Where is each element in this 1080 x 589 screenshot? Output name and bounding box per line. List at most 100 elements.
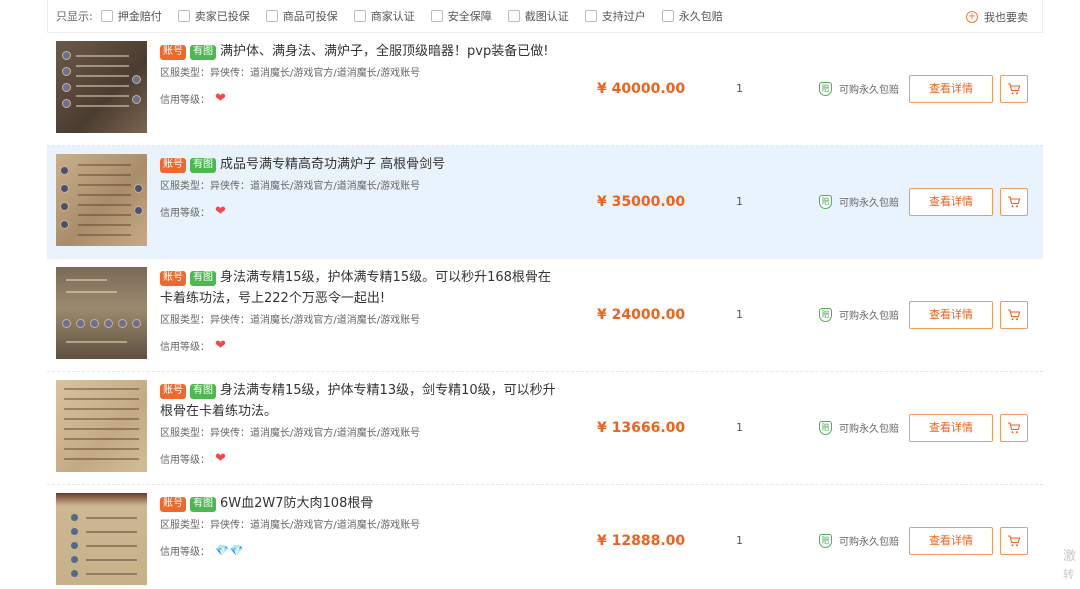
shield-icon: 赔 xyxy=(819,81,832,96)
credit-level: 信用等级： ❤ xyxy=(160,204,226,219)
diamond-icon: 💎💎 xyxy=(215,544,245,557)
cart-icon xyxy=(1008,422,1021,434)
plus-circle-icon: + xyxy=(966,11,978,23)
view-details-button[interactable]: 查看详情 xyxy=(909,75,993,103)
credit-level: 信用等级： 💎💎 xyxy=(160,544,245,558)
has-image-tag: 有图 xyxy=(190,45,216,60)
listing-thumbnail[interactable] xyxy=(56,154,147,246)
checkbox[interactable] xyxy=(661,10,674,22)
listing-row: 账号 有图 满护体、满身法、满炉子，全服顶级暗器！pvp装备已做! 区服类型：异侠传… xyxy=(47,33,1043,146)
filter-screenshot-verified[interactable]: 截图认证 xyxy=(507,8,569,24)
account-tag: 账号 xyxy=(160,158,186,173)
has-image-tag: 有图 xyxy=(190,158,216,173)
listing-thumbnail[interactable] xyxy=(56,267,147,359)
listing-price: ¥ 35000.00 xyxy=(597,194,686,210)
filter-seller-insured[interactable]: 卖家已投保 xyxy=(177,8,250,24)
view-details-button[interactable]: 查看详情 xyxy=(909,414,993,442)
filter-deposit-compensation[interactable]: 押金赔付 xyxy=(100,8,162,24)
shield-icon: 赔 xyxy=(819,533,832,548)
filter-transfer-support[interactable]: 支持过户 xyxy=(584,8,646,24)
server-type: 区服类型：异侠传：道消魔长/游戏官方/道消魔长/游戏账号 xyxy=(160,520,421,531)
listing-title-text[interactable]: 6W血2W7防大肉108根骨 xyxy=(220,496,373,511)
listing-title[interactable]: 账号 有图 身法满专精15级，护体满专精15级。可以秒升168根骨在卡着练功法，号上… xyxy=(160,267,560,309)
listing-price: ¥ 24000.00 xyxy=(597,307,686,323)
credit-level: 信用等级： ❤ xyxy=(160,451,226,466)
watermark: 激 转 xyxy=(1063,549,1077,581)
guarantee-badge: 赔可购永久包赔 xyxy=(819,194,899,209)
want-sell-link[interactable]: + 我也要卖 xyxy=(966,9,1028,25)
listing-quantity: 1 xyxy=(736,82,743,95)
listing-price: ¥ 13666.00 xyxy=(597,420,686,436)
listing-thumbnail[interactable] xyxy=(56,493,147,585)
listing-price: ¥ 12888.00 xyxy=(597,533,686,549)
add-to-cart-button[interactable] xyxy=(1000,75,1028,103)
has-image-tag: 有图 xyxy=(190,497,216,512)
listing-row: 账号 有图 成品号满专精高奇功满炉子 高根骨剑号 区服类型：异侠传：道消魔长/游戏官… xyxy=(47,146,1043,259)
listing-thumbnail[interactable] xyxy=(56,41,147,133)
heart-icon: ❤ xyxy=(215,204,226,219)
server-type: 区服类型：异侠传：道消魔长/游戏官方/道消魔长/游戏账号 xyxy=(160,315,421,326)
listing-row: 账号 有图 身法满专精15级，护体专精13级，剑专精10级，可以秒升根骨在卡着练功法… xyxy=(47,372,1043,485)
add-to-cart-button[interactable] xyxy=(1000,188,1028,216)
listing-info: 账号 有图 身法满专精15级，护体专精13级，剑专精10级，可以秒升根骨在卡着练功法… xyxy=(160,380,560,466)
listing-title[interactable]: 账号 有图 满护体、满身法、满炉子，全服顶级暗器！pvp装备已做! xyxy=(160,41,560,62)
checkbox[interactable] xyxy=(584,10,597,22)
shield-icon: 赔 xyxy=(819,194,832,209)
account-tag: 账号 xyxy=(160,497,186,512)
listing-title[interactable]: 账号 有图 成品号满专精高奇功满炉子 高根骨剑号 xyxy=(160,154,560,175)
heart-icon: ❤ xyxy=(215,338,226,353)
credit-level: 信用等级： ❤ xyxy=(160,91,226,106)
server-type: 区服类型：异侠传：道消魔长/游戏官方/道消魔长/游戏账号 xyxy=(160,428,421,439)
has-image-tag: 有图 xyxy=(190,384,216,399)
listing-thumbnail[interactable] xyxy=(56,380,147,472)
listing-info: 账号 有图 身法满专精15级，护体满专精15级。可以秒升168根骨在卡着练功法，号上… xyxy=(160,267,560,353)
checkbox[interactable] xyxy=(100,10,113,22)
guarantee-badge: 赔可购永久包赔 xyxy=(819,420,899,435)
checkbox[interactable] xyxy=(265,10,278,22)
heart-icon: ❤ xyxy=(215,451,226,466)
cart-icon xyxy=(1008,83,1021,95)
filter-safety-guarantee[interactable]: 安全保障 xyxy=(430,8,492,24)
guarantee-badge: 赔可购永久包赔 xyxy=(819,533,899,548)
heart-icon: ❤ xyxy=(215,91,226,106)
listing-price: ¥ 40000.00 xyxy=(597,81,686,97)
add-to-cart-button[interactable] xyxy=(1000,414,1028,442)
cart-icon xyxy=(1008,309,1021,321)
listing-title-text[interactable]: 满护体、满身法、满炉子，全服顶级暗器！pvp装备已做! xyxy=(220,44,548,59)
credit-level: 信用等级： ❤ xyxy=(160,338,226,353)
listing-title-text[interactable]: 身法满专精15级，护体满专精15级。可以秒升168根骨在卡着练功法，号上222个… xyxy=(160,270,551,306)
filter-item-insurable[interactable]: 商品可投保 xyxy=(265,8,338,24)
guarantee-badge: 赔可购永久包赔 xyxy=(819,307,899,322)
listing-row: 账号 有图 身法满专精15级，护体满专精15级。可以秒升168根骨在卡着练功法，号上… xyxy=(47,259,1043,372)
listing-title-text[interactable]: 成品号满专精高奇功满炉子 高根骨剑号 xyxy=(220,157,445,172)
shield-icon: 赔 xyxy=(819,307,832,322)
server-type: 区服类型：异侠传：道消魔长/游戏官方/道消魔长/游戏账号 xyxy=(160,181,421,192)
listing-info: 账号 有图 满护体、满身法、满炉子，全服顶级暗器！pvp装备已做! 区服类型：异侠传… xyxy=(160,41,560,106)
checkbox[interactable] xyxy=(507,10,520,22)
listing-title[interactable]: 账号 有图 身法满专精15级，护体专精13级，剑专精10级，可以秒升根骨在卡着练功法… xyxy=(160,380,560,422)
add-to-cart-button[interactable] xyxy=(1000,301,1028,329)
cart-icon xyxy=(1008,535,1021,547)
filter-permanent-compensation[interactable]: 永久包赔 xyxy=(661,8,723,24)
listing-info: 账号 有图 6W血2W7防大肉108根骨 区服类型：异侠传：道消魔长/游戏官方/道消… xyxy=(160,493,560,558)
view-details-button[interactable]: 查看详情 xyxy=(909,301,993,329)
account-tag: 账号 xyxy=(160,45,186,60)
listing-quantity: 1 xyxy=(736,308,743,321)
has-image-tag: 有图 xyxy=(190,271,216,286)
checkbox[interactable] xyxy=(177,10,190,22)
filter-merchant-verified[interactable]: 商家认证 xyxy=(353,8,415,24)
listing-title[interactable]: 账号 有图 6W血2W7防大肉108根骨 xyxy=(160,493,560,514)
view-details-button[interactable]: 查看详情 xyxy=(909,527,993,555)
checkbox[interactable] xyxy=(353,10,366,22)
listing-quantity: 1 xyxy=(736,534,743,547)
listing-info: 账号 有图 成品号满专精高奇功满炉子 高根骨剑号 区服类型：异侠传：道消魔长/游戏官… xyxy=(160,154,560,219)
server-type: 区服类型：异侠传：道消魔长/游戏官方/道消魔长/游戏账号 xyxy=(160,68,421,79)
filter-bar: 只显示: 押金赔付 卖家已投保 商品可投保 商家认证 安全保障 截图认证 支持过… xyxy=(47,0,1043,33)
listing-list: 账号 有图 满护体、满身法、满炉子，全服顶级暗器！pvp装备已做! 区服类型：异侠传… xyxy=(47,33,1043,589)
listing-row: 账号 有图 6W血2W7防大肉108根骨 区服类型：异侠传：道消魔长/游戏官方/道消… xyxy=(47,485,1043,589)
add-to-cart-button[interactable] xyxy=(1000,527,1028,555)
view-details-button[interactable]: 查看详情 xyxy=(909,188,993,216)
checkbox[interactable] xyxy=(430,10,443,22)
filter-label: 只显示: xyxy=(56,10,93,23)
listing-title-text[interactable]: 身法满专精15级，护体专精13级，剑专精10级，可以秒升根骨在卡着练功法。 xyxy=(160,383,556,419)
